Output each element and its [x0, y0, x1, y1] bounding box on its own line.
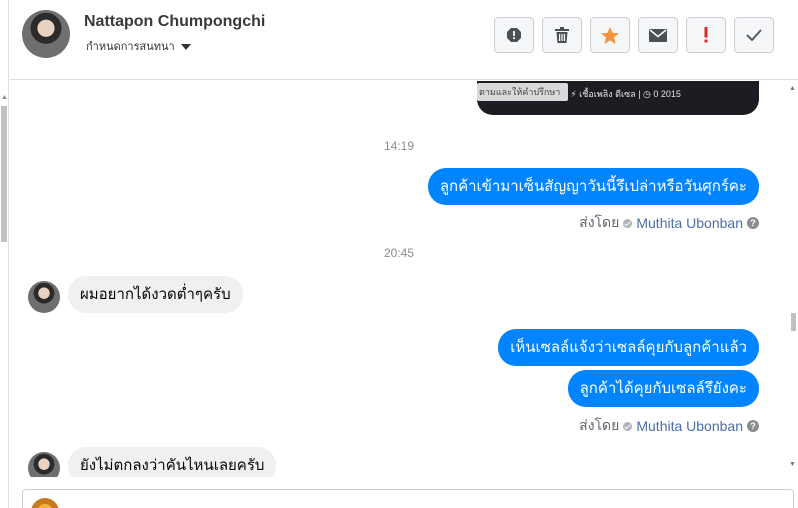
- thread-scrollbar[interactable]: ▲ ▼: [788, 81, 798, 477]
- incoming-message[interactable]: ผมอยากได้งวดต่ำๆครับ: [68, 276, 243, 313]
- avatar[interactable]: [28, 281, 60, 313]
- caret-down-icon: [180, 44, 191, 51]
- image-overlay-label: ตามและให้คำปรึกษา: [477, 83, 569, 101]
- page-avatar: [31, 498, 59, 508]
- exclamation-icon: [704, 27, 708, 43]
- incoming-message[interactable]: ยังไม่ตกลงว่าคันไหนเลยครับ: [68, 447, 277, 477]
- report-button[interactable]: [494, 17, 534, 53]
- conversation-settings-dropdown[interactable]: กำหนดการสนทนา: [86, 37, 191, 55]
- scrollbar-thumb[interactable]: [791, 313, 796, 331]
- reply-composer[interactable]: [22, 489, 794, 508]
- check-circle-icon: [623, 421, 633, 431]
- outgoing-message[interactable]: ลูกค้าได้คุยกับเซลล์รึยังคะ: [567, 370, 759, 407]
- contact-name[interactable]: Nattapon Chumpongchi: [84, 13, 265, 31]
- timestamp: 14:19: [383, 139, 415, 153]
- avatar[interactable]: [28, 452, 60, 477]
- outgoing-message[interactable]: ลูกค้าเข้ามาเซ็นสัญญาวันนี้รึเปล่าหรือวั…: [427, 168, 759, 205]
- scroll-up-arrow-icon[interactable]: ▲: [1, 94, 8, 101]
- help-icon[interactable]: ?: [747, 217, 759, 229]
- scroll-down-arrow-icon[interactable]: ▼: [789, 461, 796, 468]
- sender-name-link[interactable]: Muthita Ubonban: [636, 215, 743, 231]
- left-scrollbar[interactable]: ▲: [0, 0, 9, 508]
- outgoing-message[interactable]: เห็นเซลล์แจ้งว่าเซลล์คุยกับลูกค้าแล้ว: [498, 329, 759, 366]
- conversation-header: Nattapon Chumpongchi กำหนดการสนทนา: [10, 0, 798, 80]
- trash-icon: [555, 27, 569, 43]
- sent-by-label: ส่งโดย: [579, 417, 620, 433]
- scroll-up-arrow-icon[interactable]: ▲: [789, 85, 796, 92]
- check-circle-icon: [623, 218, 633, 228]
- sent-by-info: ส่งโดย Muthita Ubonban ?: [579, 212, 759, 234]
- sent-by-label: ส่งโดย: [579, 214, 620, 230]
- sent-by-info: ส่งโดย Muthita Ubonban ?: [579, 415, 759, 437]
- delete-button[interactable]: [542, 17, 582, 53]
- action-toolbar: [494, 17, 774, 53]
- alert-icon: [507, 28, 521, 42]
- help-icon[interactable]: ?: [747, 420, 759, 432]
- scrollbar-thumb[interactable]: [1, 106, 7, 242]
- mail-icon: [649, 28, 667, 42]
- mark-unread-button[interactable]: [638, 17, 678, 53]
- timestamp: 20:45: [383, 246, 415, 260]
- message-thread[interactable]: ธรรมดา | ⚡ เชื้อเพลิง ดีเซล | ◷ 0 2015 ต…: [10, 81, 788, 477]
- avatar[interactable]: [22, 10, 70, 58]
- check-icon: [746, 29, 762, 41]
- spam-button[interactable]: [686, 17, 726, 53]
- shared-image-card[interactable]: ธรรมดา | ⚡ เชื้อเพลิง ดีเซล | ◷ 0 2015 ต…: [477, 81, 759, 115]
- sender-name-link[interactable]: Muthita Ubonban: [636, 418, 743, 434]
- star-icon: [601, 26, 619, 44]
- conversation-settings-label: กำหนดการสนทนา: [86, 41, 175, 53]
- star-button[interactable]: [590, 17, 630, 53]
- mark-done-button[interactable]: [734, 17, 774, 53]
